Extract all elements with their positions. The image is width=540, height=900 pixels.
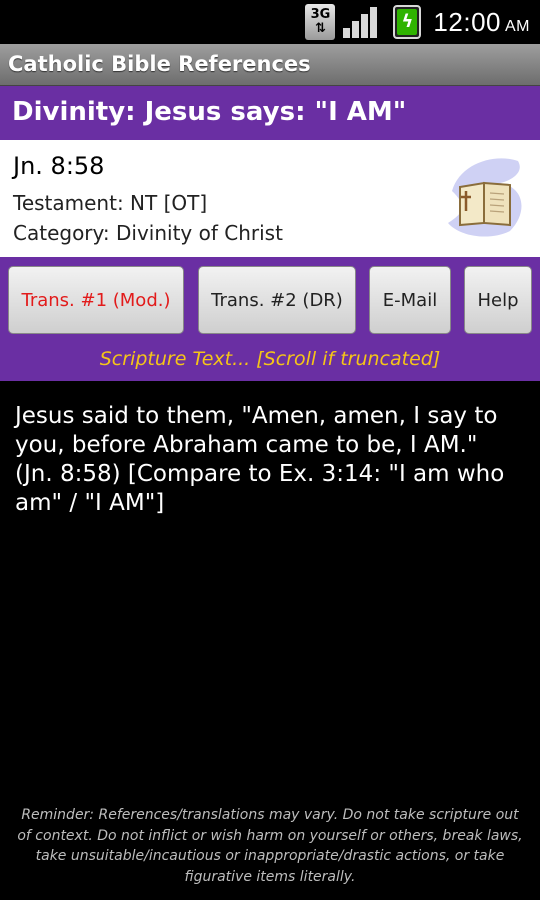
verse-reference: Jn. 8:58 <box>13 152 105 180</box>
scripture-label: Scripture Text... [Scroll if truncated] <box>99 348 441 370</box>
clock-ampm: AM <box>505 17 530 35</box>
reference-heading-bar: Divinity: Jesus says: "I AM" <box>0 86 540 143</box>
status-bar: 3G ⇅ ϟ 12:00 AM <box>0 0 540 44</box>
network-activity-label: ⇅ <box>314 21 326 36</box>
translation-button-bar: Trans. #1 (Mod.) Trans. #2 (DR) E-Mail H… <box>0 257 540 341</box>
clock-time: 12:00 <box>433 6 501 37</box>
reference-heading: Divinity: Jesus says: "I AM" <box>12 97 407 127</box>
reference-info-panel: Jn. 8:58 Testament: NT [OT] Category: Di… <box>0 143 540 257</box>
app-title-bar: Catholic Bible References <box>0 44 540 86</box>
translation-2-button[interactable]: Trans. #2 (DR) <box>198 266 356 334</box>
category-label: Category: Divinity of Christ <box>13 221 283 245</box>
open-bible-icon <box>448 158 522 237</box>
signal-strength-icon <box>343 6 379 38</box>
network-type-label: 3G <box>310 7 331 22</box>
email-button[interactable]: E-Mail <box>369 266 451 334</box>
network-3g-icon: 3G ⇅ <box>305 4 336 40</box>
battery-charging-icon: ϟ <box>393 5 422 39</box>
testament-label: Testament: NT [OT] <box>13 191 208 215</box>
help-button[interactable]: Help <box>464 266 532 334</box>
status-icons: 3G ⇅ ϟ 12:00 AM <box>305 3 530 41</box>
translation-1-button[interactable]: Trans. #1 (Mod.) <box>8 266 184 334</box>
scripture-label-bar: Scripture Text... [Scroll if truncated] <box>0 341 540 381</box>
reminder-text: Reminder: References/translations may va… <box>17 807 523 885</box>
app-title: Catholic Bible References <box>8 52 311 76</box>
scripture-text[interactable]: Jesus said to them, "Amen, amen, I say t… <box>15 402 515 518</box>
status-clock: 12:00 AM <box>433 7 530 38</box>
